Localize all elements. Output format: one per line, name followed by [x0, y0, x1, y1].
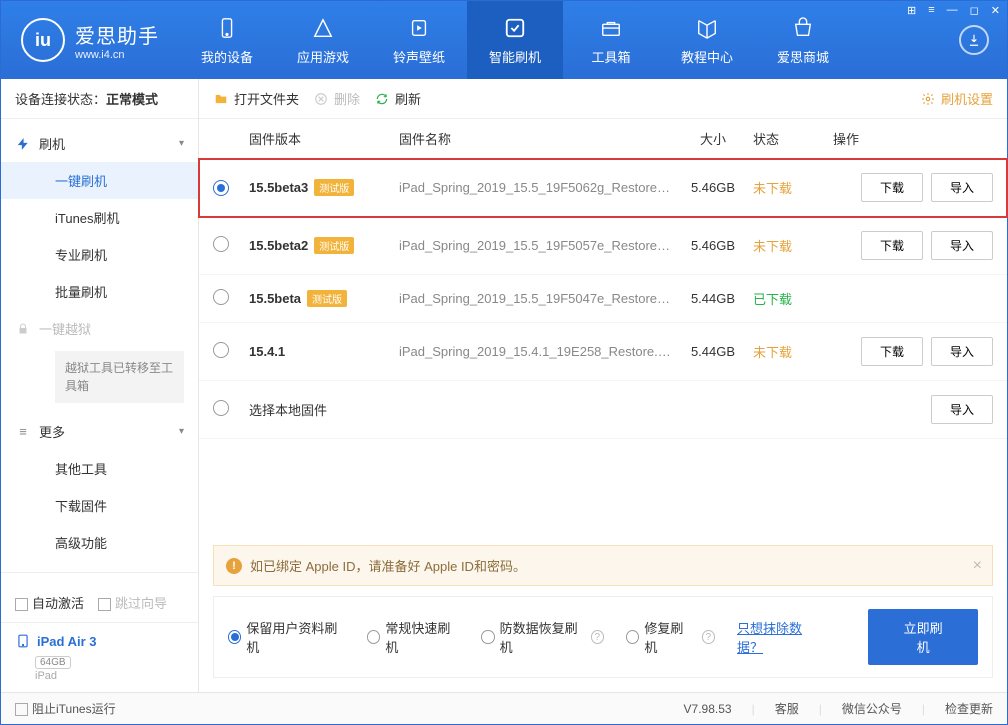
app-name: 爱思助手: [75, 20, 159, 49]
import-button[interactable]: 导入: [931, 173, 993, 202]
nav-tab[interactable]: 工具箱: [563, 1, 659, 79]
logo-icon: iu: [21, 18, 65, 62]
nav-tab[interactable]: 教程中心: [659, 1, 755, 79]
flash-settings-button[interactable]: 刷机设置: [920, 89, 993, 108]
firmware-row[interactable]: 15.5beta2测试版 iPad_Spring_2019_15.5_19F50…: [199, 217, 1007, 275]
firmware-row[interactable]: 15.5beta3测试版 iPad_Spring_2019_15.5_19F50…: [199, 159, 1007, 217]
titlebar-grid-icon[interactable]: ⊞: [903, 2, 920, 19]
sidebar-item[interactable]: 下载固件: [1, 487, 198, 524]
app-url: www.i4.cn: [75, 49, 159, 61]
sidebar-group-flash[interactable]: 刷机 ▾: [1, 125, 198, 162]
sidebar-item[interactable]: 专业刷机: [1, 236, 198, 273]
logo: iu 爱思助手 www.i4.cn: [1, 18, 179, 62]
nav-icon: [790, 15, 816, 41]
download-button[interactable]: 下载: [861, 337, 923, 366]
status-bar: 阻止iTunes运行 V7.98.53 | 客服 | 微信公众号 | 检查更新: [1, 692, 1007, 724]
flash-now-button[interactable]: 立即刷机: [868, 609, 978, 665]
sidebar-group-jailbreak[interactable]: 一键越狱: [1, 310, 198, 347]
sidebar-item[interactable]: iTunes刷机: [1, 199, 198, 236]
flash-options-bar: 保留用户资料刷机常规快速刷机防数据恢复刷机? 修复刷机 ? 只想抹除数据？ 立即刷…: [213, 596, 993, 678]
titlebar-maximize-icon[interactable]: ◻: [966, 2, 983, 19]
row-radio[interactable]: [213, 342, 229, 358]
help-icon[interactable]: ?: [702, 630, 716, 644]
sidebar-item[interactable]: 其他工具: [1, 450, 198, 487]
flash-icon: [15, 136, 31, 152]
help-icon[interactable]: ?: [591, 630, 604, 644]
titlebar-close-icon[interactable]: ✕: [987, 2, 1004, 19]
sidebar-item[interactable]: 批量刷机: [1, 273, 198, 310]
more-icon: ≡: [15, 424, 31, 440]
sidebar-item[interactable]: 一键刷机: [1, 162, 198, 199]
download-button[interactable]: 下载: [861, 231, 923, 260]
sidebar: 设备连接状态：正常模式 刷机 ▾ 一键刷机iTunes刷机专业刷机批量刷机 一键…: [1, 79, 199, 692]
delete-button[interactable]: 删除: [313, 89, 360, 108]
gear-icon: [920, 91, 936, 107]
nav-icon: [598, 15, 624, 41]
warning-icon: !: [226, 558, 242, 574]
beta-tag: 测试版: [307, 290, 347, 307]
close-warning-button[interactable]: ×: [973, 557, 982, 575]
titlebar-menu-icon[interactable]: ≡: [924, 2, 938, 19]
version-label: V7.98.53: [684, 702, 732, 716]
chevron-down-icon: ▾: [179, 426, 184, 437]
flash-mode-radio[interactable]: 修复刷机: [626, 618, 694, 656]
device-name[interactable]: iPad Air 3: [37, 634, 96, 649]
open-folder-button[interactable]: 打开文件夹: [213, 89, 299, 108]
nav-tab[interactable]: 铃声壁纸: [371, 1, 467, 79]
import-button[interactable]: 导入: [931, 395, 993, 424]
nav-icon: [694, 15, 720, 41]
wechat-link[interactable]: 微信公众号: [842, 700, 902, 717]
firmware-row[interactable]: 15.5beta测试版 iPad_Spring_2019_15.5_19F504…: [199, 275, 1007, 323]
block-itunes-checkbox[interactable]: 阻止iTunes运行: [15, 700, 116, 717]
row-radio[interactable]: [213, 236, 229, 252]
beta-tag: 测试版: [314, 179, 354, 196]
delete-icon: [313, 91, 329, 107]
tablet-icon: [15, 633, 31, 649]
flash-mode-radio[interactable]: 防数据恢复刷机?: [481, 618, 604, 656]
sidebar-group-more[interactable]: ≡ 更多 ▾: [1, 413, 198, 450]
support-link[interactable]: 客服: [775, 700, 799, 717]
folder-icon: [213, 91, 229, 107]
nav-tab[interactable]: 智能刷机: [467, 1, 563, 79]
titlebar-minimize-icon[interactable]: —: [943, 2, 962, 19]
device-storage: 64GB: [35, 656, 71, 669]
device-type: iPad: [35, 670, 184, 682]
import-button[interactable]: 导入: [931, 337, 993, 366]
nav-icon: [502, 15, 528, 41]
auto-activate-checkbox[interactable]: 自动激活: [15, 593, 84, 612]
row-radio[interactable]: [213, 400, 229, 416]
nav-tab[interactable]: 爱思商城: [755, 1, 851, 79]
refresh-button[interactable]: 刷新: [374, 89, 421, 108]
connection-status: 设备连接状态：正常模式: [1, 79, 198, 119]
import-button[interactable]: 导入: [931, 231, 993, 260]
flash-mode-radio[interactable]: 保留用户资料刷机: [228, 618, 345, 656]
local-firmware-row[interactable]: 选择本地固件 导入: [199, 381, 1007, 439]
table-header: 固件版本 固件名称 大小 状态 操作: [199, 119, 1007, 159]
erase-only-link[interactable]: 只想抹除数据？: [737, 618, 824, 656]
toolbar: 打开文件夹 删除 刷新 刷机设置: [199, 79, 1007, 119]
download-button[interactable]: 下载: [861, 173, 923, 202]
row-radio[interactable]: [213, 180, 229, 196]
header: iu 爱思助手 www.i4.cn 我的设备应用游戏铃声壁纸智能刷机工具箱教程中…: [1, 1, 1007, 79]
beta-tag: 测试版: [314, 237, 354, 254]
lock-icon: [15, 321, 31, 337]
flash-mode-radio[interactable]: 常规快速刷机: [367, 618, 459, 656]
warning-bar: ! 如已绑定 Apple ID，请准备好 Apple ID和密码。 ×: [213, 545, 993, 586]
nav-icon: [406, 15, 432, 41]
nav-icon: [214, 15, 240, 41]
skip-guide-checkbox[interactable]: 跳过向导: [98, 593, 167, 612]
chevron-down-icon: ▾: [179, 138, 184, 149]
download-queue-icon[interactable]: [959, 25, 989, 55]
jailbreak-note: 越狱工具已转移至工具箱: [55, 351, 184, 403]
nav-tab[interactable]: 应用游戏: [275, 1, 371, 79]
nav-tab[interactable]: 我的设备: [179, 1, 275, 79]
refresh-icon: [374, 91, 390, 107]
check-update-link[interactable]: 检查更新: [945, 700, 993, 717]
sidebar-item[interactable]: 高级功能: [1, 524, 198, 561]
row-radio[interactable]: [213, 289, 229, 305]
firmware-row[interactable]: 15.4.1 iPad_Spring_2019_15.4.1_19E258_Re…: [199, 323, 1007, 381]
nav-icon: [310, 15, 336, 41]
